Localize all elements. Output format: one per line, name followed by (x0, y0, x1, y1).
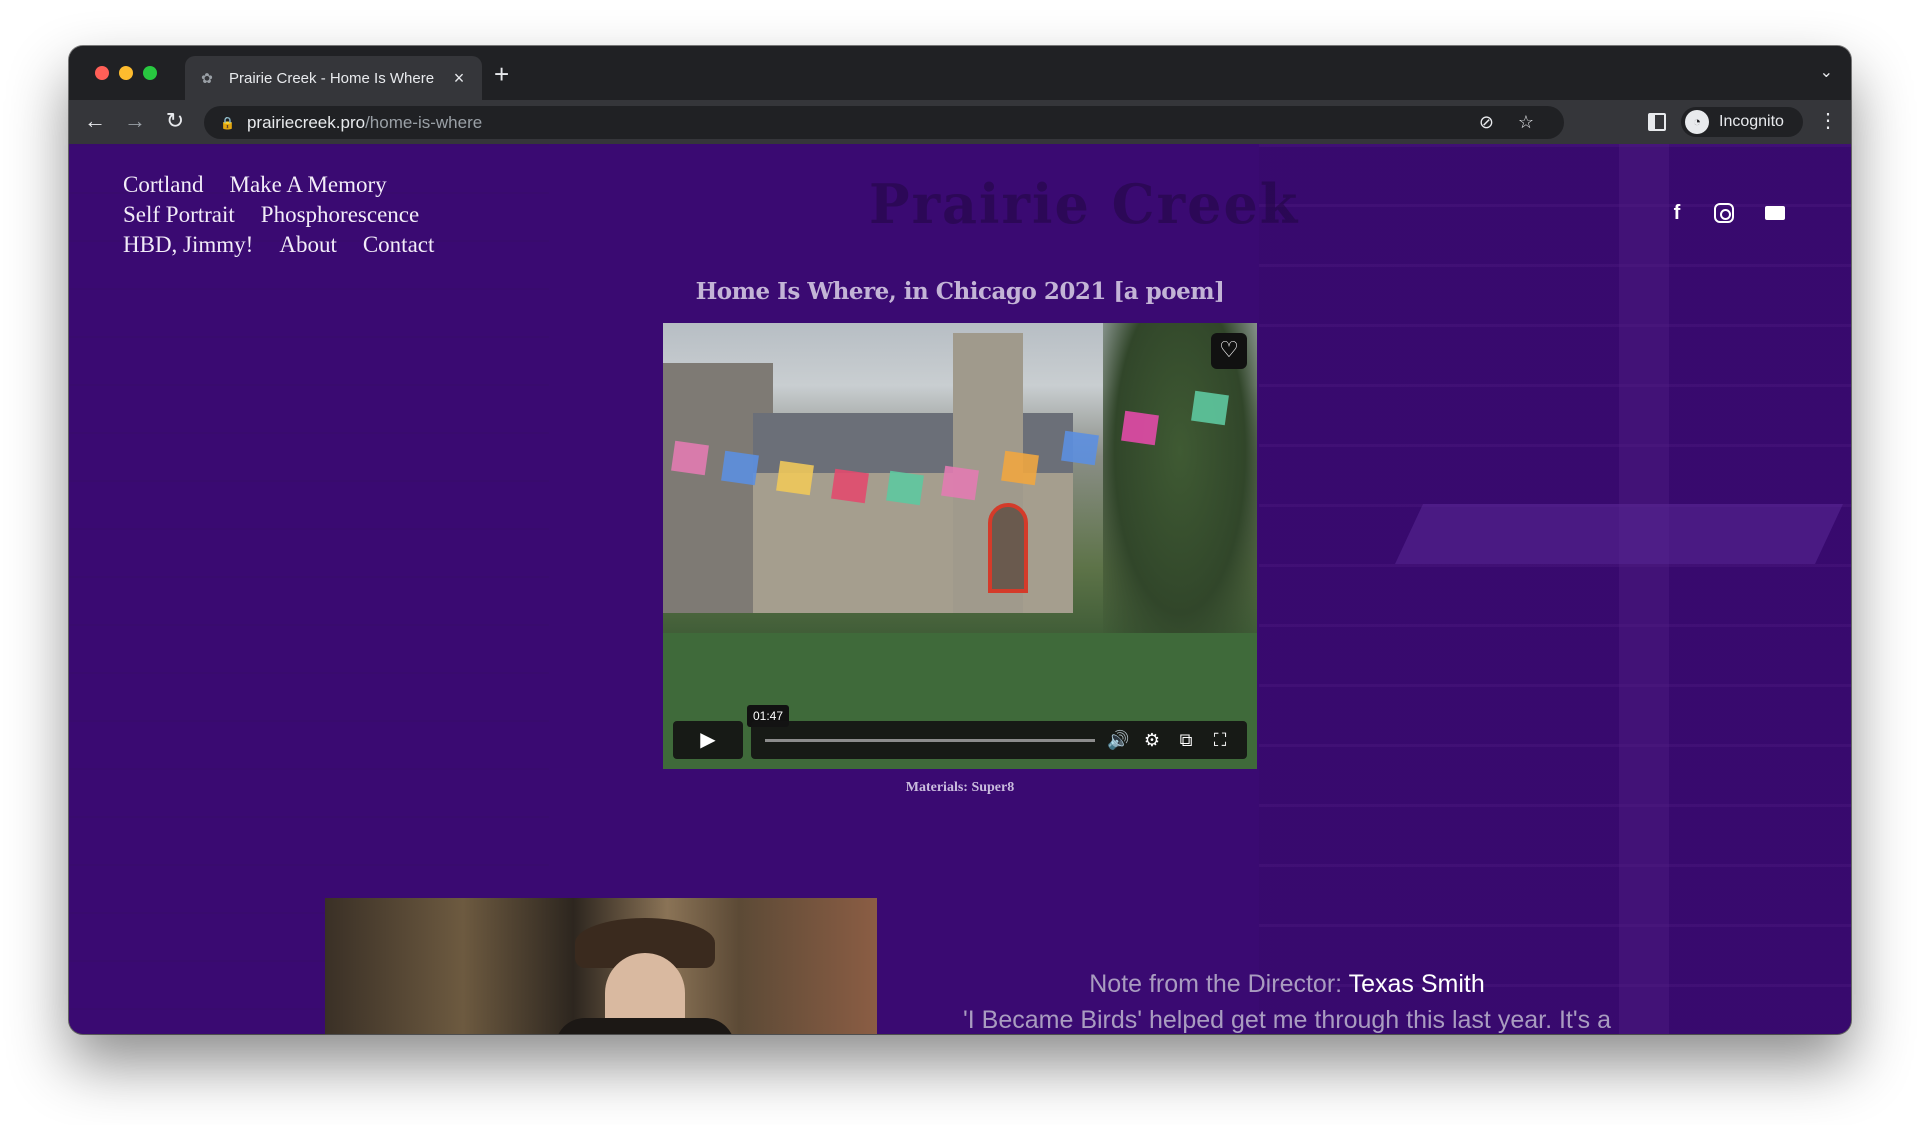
nav-link-about[interactable]: About (279, 230, 337, 260)
back-arrow-icon[interactable]: ← (81, 108, 109, 134)
new-tab-button[interactable]: + (494, 61, 509, 87)
picture-in-picture-icon[interactable]: ⧉ (1175, 730, 1197, 751)
tab-search-chevron-icon[interactable]: ⌄ (1820, 62, 1833, 82)
active-tab[interactable]: ✿ Prairie Creek - Home Is Where × (185, 56, 482, 100)
close-window-button[interactable] (95, 66, 109, 80)
minimize-window-button[interactable] (119, 66, 133, 80)
video-player[interactable]: ♡ 01:47 ▶ 🔊 ⚙ ⧉ ⛶ (663, 323, 1257, 769)
papel-picado-flag (831, 468, 869, 504)
tab-close-icon[interactable]: × (450, 68, 468, 89)
video-tree (1103, 323, 1257, 643)
incognito-icon: ◔ (1685, 110, 1709, 134)
second-video-thumbnail[interactable] (325, 898, 877, 1034)
director-quote: 'I Became Birds' helped get me through t… (963, 1006, 1611, 1034)
video-caption: Materials: Super8 (905, 780, 1015, 795)
post-title: Home Is Where, in Chicago 2021 [a poem] (695, 278, 1225, 305)
papel-picado-flag (1121, 410, 1159, 446)
background-roof (1395, 504, 1843, 564)
url-host: prairiecreek.pro (246, 112, 366, 132)
eye-slash-icon[interactable]: ⊘ (1479, 112, 1494, 133)
mail-icon[interactable] (1765, 206, 1785, 220)
address-bar[interactable]: 🔒 prairiecreek.pro/home-is-where ⊘ ☆ (204, 106, 1564, 139)
nav-link-hbd-jimmy[interactable]: HBD, Jimmy! (123, 230, 253, 260)
fullscreen-icon[interactable]: ⛶ (1209, 730, 1231, 751)
video-shrine (988, 503, 1028, 593)
url-path: /home-is-where (365, 112, 483, 132)
site-favicon-icon: ✿ (201, 70, 213, 86)
tab-bar: ✿ Prairie Creek - Home Is Where × + ⌄ (69, 46, 1851, 100)
background-logo: Prairie Creek (869, 172, 1300, 236)
video-progress-bar[interactable] (765, 738, 1095, 742)
facebook-icon[interactable]: f (1665, 202, 1689, 224)
side-panel-icon[interactable] (1648, 113, 1666, 131)
papel-picado-flag (886, 470, 924, 506)
director-note: Note from the Director: Texas Smith (947, 970, 1627, 999)
director-note-prefix: Note from the Director: (1089, 970, 1349, 998)
incognito-profile-button[interactable]: ◔ Incognito (1681, 107, 1803, 137)
nav-link-contact[interactable]: Contact (363, 230, 435, 260)
forward-arrow-icon[interactable]: → (121, 108, 149, 134)
papel-picado-flag (1191, 390, 1229, 426)
papel-picado-flag (721, 450, 759, 486)
incognito-label: Incognito (1719, 113, 1784, 130)
lock-icon[interactable]: 🔒 (220, 116, 235, 130)
director-name: Texas Smith (1348, 970, 1485, 998)
bookmark-star-icon[interactable]: ☆ (1518, 112, 1534, 133)
papel-picado-flag (671, 440, 709, 476)
nav-link-cortland[interactable]: Cortland (123, 170, 204, 200)
page-content: Prairie Creek Cortland Make A MemorySelf … (69, 144, 1851, 1034)
reload-icon[interactable]: ↻ (161, 108, 189, 134)
settings-gear-icon[interactable]: ⚙ (1141, 730, 1163, 751)
video-control-bar: 🔊 ⚙ ⧉ ⛶ (751, 721, 1247, 759)
papel-picado-flag (776, 460, 814, 496)
papel-picado-flag (1001, 450, 1039, 486)
nav-link-phosphorescence[interactable]: Phosphorescence (261, 200, 419, 230)
instagram-icon[interactable] (1714, 203, 1734, 223)
nav-link-make-a-memory[interactable]: Make A Memory (230, 170, 387, 200)
nav-link-self-portrait[interactable]: Self Portrait (123, 200, 235, 230)
volume-icon[interactable]: 🔊 (1107, 730, 1129, 751)
browser-toolbar: ← → ↻ 🔒 prairiecreek.pro/home-is-where ⊘… (69, 100, 1851, 144)
like-heart-icon[interactable]: ♡ (1211, 333, 1247, 369)
play-icon[interactable]: ▶ (673, 721, 743, 759)
zoom-window-button[interactable] (143, 66, 157, 80)
more-menu-icon[interactable]: ⋮ (1818, 108, 1838, 134)
browser-window: ✿ Prairie Creek - Home Is Where × + ⌄ ← … (69, 46, 1851, 1034)
site-nav: Cortland Make A MemorySelf Portrait Phosph… (123, 170, 543, 260)
video-controls: ▶ 🔊 ⚙ ⧉ ⛶ (673, 721, 1247, 759)
thumbnail-coat (555, 1018, 735, 1034)
papel-picado-flag (941, 465, 979, 501)
tab-title: Prairie Creek - Home Is Where (229, 69, 435, 87)
papel-picado-flag (1061, 430, 1099, 466)
